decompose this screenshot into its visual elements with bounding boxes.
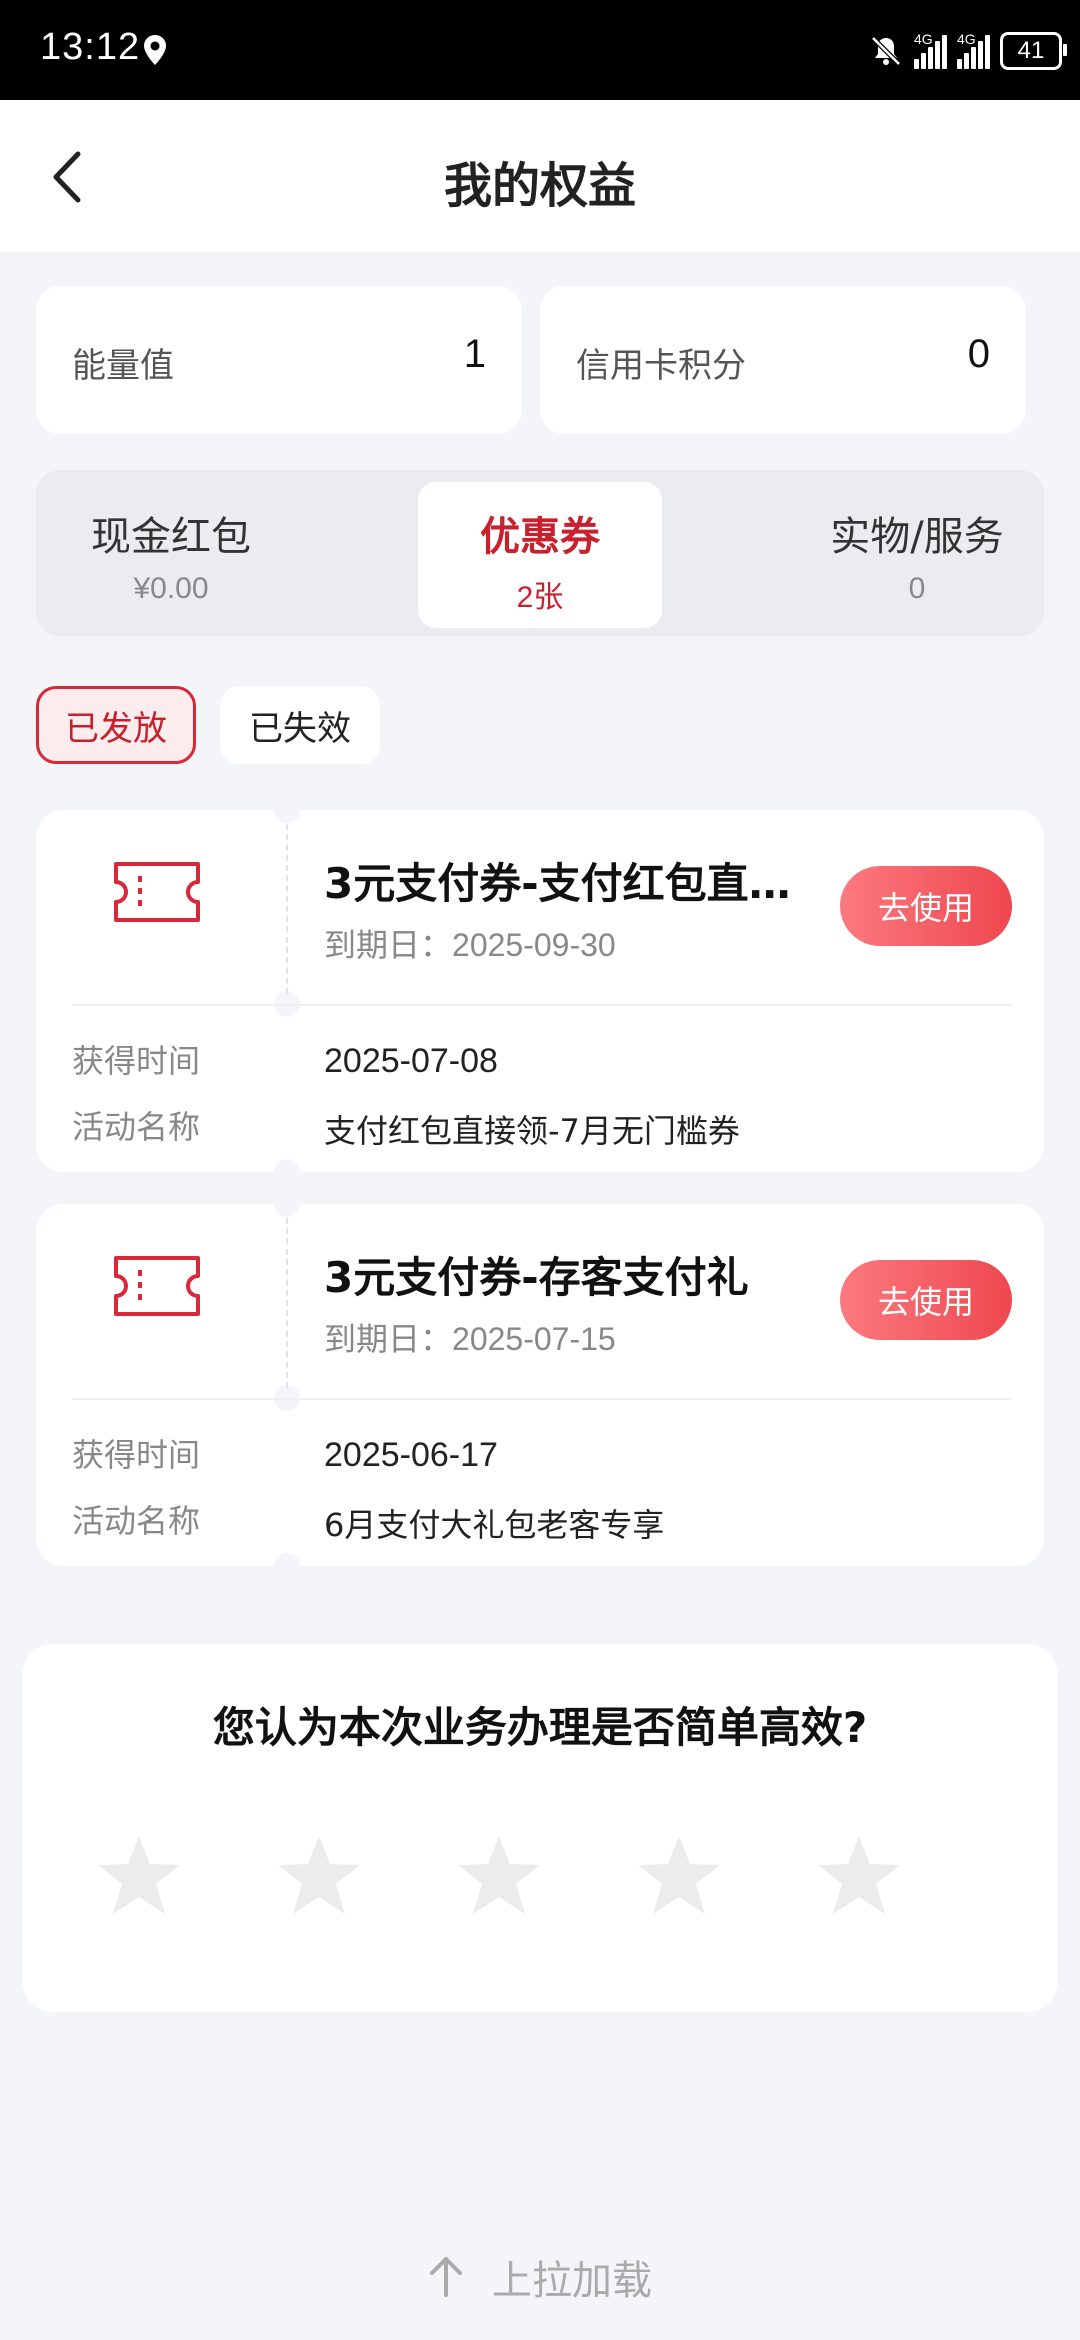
- activity-name-label: 活动名称: [72, 1108, 201, 1146]
- status-icons: 4G 4G 41: [868, 24, 1067, 78]
- coupon-title: 3元支付券-支付红包直接领-7月无门槛券: [324, 859, 794, 908]
- energy-label: 能量值: [72, 346, 174, 386]
- use-coupon-button[interactable]: 去使用: [840, 1260, 1012, 1340]
- activity-name-label: 活动名称: [72, 1502, 201, 1540]
- ticket-icon: [114, 862, 200, 922]
- status-bar: 13:12 4G 4G 41: [0, 0, 1080, 100]
- page-title: 我的权益: [443, 158, 636, 214]
- coupon-expiry: 到期日：2025-09-30: [324, 926, 616, 964]
- tab-coupons[interactable]: 优惠券 2张: [418, 482, 662, 628]
- pull-to-load: 上拉加载: [0, 2248, 1080, 2306]
- tab-cash-redpacket[interactable]: 现金红包 ¥0.00: [36, 482, 306, 628]
- filter-expired[interactable]: 已失效: [220, 686, 380, 764]
- star-icon[interactable]: [94, 1832, 184, 1918]
- coupon-card: 3元支付券-支付红包直接领-7月无门槛券 到期日：2025-09-30 去使用 …: [36, 797, 1044, 1185]
- use-coupon-button[interactable]: 去使用: [840, 866, 1012, 946]
- coupon-card: 3元支付券-存客支付礼 到期日：2025-07-15 去使用 获得时间 2025…: [36, 1191, 1044, 1579]
- ticket-icon: [114, 1256, 200, 1316]
- location-icon: [144, 35, 166, 65]
- nav-header: 我的权益: [0, 100, 1080, 252]
- acquired-time-label: 获得时间: [72, 1436, 201, 1474]
- survey-question: 您认为本次业务办理是否简单高效?: [212, 1703, 868, 1752]
- star-icon[interactable]: [274, 1832, 364, 1918]
- acquired-time-label: 获得时间: [72, 1042, 201, 1080]
- satisfaction-survey: 您认为本次业务办理是否简单高效?: [22, 1644, 1058, 2012]
- credit-points-card[interactable]: 信用卡积分 0: [540, 286, 1026, 434]
- star-icon[interactable]: [454, 1832, 544, 1918]
- signal-2-icon: 4G: [957, 31, 990, 69]
- energy-card[interactable]: 能量值 1: [36, 286, 522, 434]
- mute-bell-icon: [871, 36, 901, 66]
- energy-value: 1: [463, 332, 486, 376]
- star-icon[interactable]: [634, 1832, 724, 1918]
- category-tabs: 现金红包 ¥0.00 优惠券 2张 实物/服务 0: [36, 470, 1044, 636]
- acquired-time-value: 2025-07-08: [324, 1042, 498, 1080]
- battery-icon: 41: [1000, 32, 1067, 70]
- pull-to-load-text: 上拉加载: [492, 2258, 652, 2304]
- credit-points-value: 0: [967, 332, 990, 376]
- tab-goods-services[interactable]: 实物/服务 0: [792, 482, 1042, 628]
- acquired-time-value: 2025-06-17: [324, 1436, 498, 1474]
- activity-name-value: 6月支付大礼包老客专享: [324, 1506, 665, 1544]
- star-icon[interactable]: [814, 1832, 904, 1918]
- status-time: 13:12: [40, 26, 141, 68]
- signal-1-icon: 4G: [914, 31, 947, 69]
- activity-name-value: 支付红包直接领-7月无门槛券: [324, 1112, 740, 1150]
- coupon-title: 3元支付券-存客支付礼: [324, 1253, 749, 1302]
- coupon-expiry: 到期日：2025-07-15: [324, 1320, 616, 1358]
- filter-issued[interactable]: 已发放: [36, 686, 196, 764]
- credit-points-label: 信用卡积分: [576, 346, 746, 386]
- arrow-up-icon: [430, 2257, 462, 2297]
